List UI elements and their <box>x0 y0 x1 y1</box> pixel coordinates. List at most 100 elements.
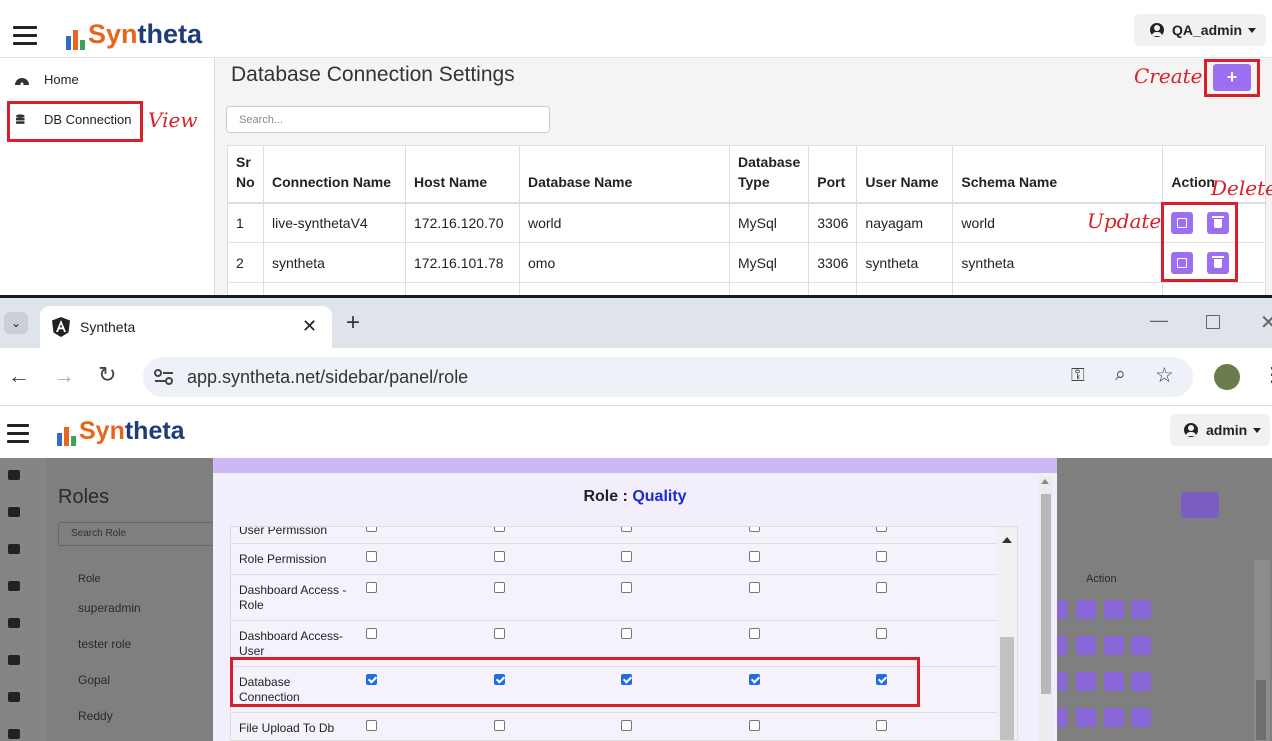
scroll-up-icon[interactable] <box>1002 537 1012 543</box>
new-tab-icon[interactable]: + <box>346 309 360 337</box>
permission-checkbox[interactable] <box>621 582 632 593</box>
maximize-icon[interactable] <box>1206 315 1220 329</box>
role-action-button[interactable] <box>1076 708 1096 727</box>
permission-checkbox[interactable] <box>876 527 887 532</box>
users-icon[interactable] <box>8 581 20 591</box>
permission-row: Role Permission <box>231 544 997 575</box>
role-action-button[interactable] <box>1076 636 1096 655</box>
permission-checkbox[interactable] <box>366 527 377 532</box>
permission-checkbox[interactable] <box>494 527 505 532</box>
top-app-screenshot: Syn theta QA_admin Home DB Connection Dat… <box>0 0 1272 297</box>
permission-checkbox[interactable] <box>494 582 505 593</box>
table-cell: syntheta <box>856 242 953 283</box>
chart-icon[interactable] <box>8 507 20 517</box>
permission-table: User Permission Role Permission Dashboar… <box>230 526 1018 741</box>
sidebar-item-home[interactable]: Home <box>14 72 79 87</box>
permission-checkbox[interactable] <box>366 582 377 593</box>
table-cell: MySql <box>728 202 809 243</box>
user-menu-button[interactable]: admin <box>1170 414 1270 446</box>
user-icon[interactable] <box>8 544 20 554</box>
permission-checkbox[interactable] <box>749 720 760 731</box>
table-icon[interactable] <box>8 692 20 702</box>
role-action-button[interactable] <box>1076 600 1096 619</box>
permission-checkbox[interactable] <box>876 551 887 562</box>
permission-checkbox[interactable] <box>494 551 505 562</box>
role-action-button[interactable] <box>1104 600 1124 619</box>
user-menu-button[interactable]: QA_admin <box>1134 14 1266 46</box>
permission-checkbox[interactable] <box>494 628 505 639</box>
modal-title-prefix: Role : <box>583 488 633 505</box>
permission-label: Dashboard Access- User <box>239 629 344 658</box>
permission-label: Dashboard Access - Role <box>239 583 347 612</box>
minimize-icon[interactable]: — <box>1150 310 1168 331</box>
permission-checkbox[interactable] <box>621 527 632 532</box>
role-action-button[interactable] <box>1131 636 1151 655</box>
window-close-icon[interactable]: ✕ <box>1260 310 1272 335</box>
database-icon[interactable] <box>8 618 20 628</box>
permission-table-scrollbar[interactable] <box>997 527 1017 740</box>
hamburger-menu-icon[interactable] <box>7 424 29 444</box>
modal-scrollbar[interactable] <box>1039 476 1053 741</box>
table-cell: omo <box>519 242 730 283</box>
user-name: QA_admin <box>1172 22 1243 38</box>
settings-icon[interactable] <box>8 729 20 739</box>
permission-checkbox[interactable] <box>876 720 887 731</box>
hamburger-menu-icon[interactable] <box>13 26 37 46</box>
table-cell: syntheta <box>263 242 406 283</box>
add-role-button[interactable] <box>1181 492 1219 518</box>
reload-icon[interactable]: ↻ <box>98 362 116 388</box>
sidebar: Home DB Connection <box>0 58 215 297</box>
role-action-button[interactable] <box>1131 708 1151 727</box>
sidebar-rail <box>0 458 47 741</box>
profile-avatar[interactable] <box>1214 364 1240 390</box>
column-header: Connection Name <box>263 145 406 204</box>
password-key-icon[interactable]: ⚿ <box>1071 365 1085 386</box>
permission-checkbox[interactable] <box>366 628 377 639</box>
back-icon[interactable]: ← <box>8 363 30 389</box>
upload-icon[interactable] <box>8 655 20 665</box>
role-action-button[interactable] <box>1076 672 1096 691</box>
dashboard-icon[interactable] <box>8 470 20 480</box>
browser-menu-icon[interactable]: ⋮ <box>1262 362 1272 387</box>
table-cell: 172.16.101.78 <box>405 242 520 283</box>
table-cell: nayagam <box>856 202 953 243</box>
forward-icon[interactable]: → <box>53 363 75 389</box>
modal-header-band <box>213 458 1057 473</box>
permission-checkbox[interactable] <box>876 582 887 593</box>
site-settings-icon <box>154 369 173 385</box>
permission-checkbox[interactable] <box>749 582 760 593</box>
syntheta-logo: Syn theta <box>57 414 185 446</box>
permission-checkbox[interactable] <box>749 628 760 639</box>
role-action-button[interactable] <box>1104 672 1124 691</box>
tab-search-icon[interactable]: ⌄ <box>4 312 28 334</box>
permission-checkbox[interactable] <box>366 720 377 731</box>
bookmark-star-icon[interactable]: ☆ <box>1155 363 1174 388</box>
permission-checkbox[interactable] <box>621 551 632 562</box>
permission-checkbox[interactable] <box>494 720 505 731</box>
permission-checkbox[interactable] <box>876 628 887 639</box>
permission-checkbox[interactable] <box>749 551 760 562</box>
search-role-input[interactable]: Search Role <box>58 522 218 546</box>
permission-checkbox[interactable] <box>366 551 377 562</box>
permission-label: User Permission <box>239 526 328 537</box>
page-title: Roles <box>58 486 110 508</box>
permission-checkbox[interactable] <box>621 720 632 731</box>
logo-text-theta: theta <box>124 417 185 445</box>
role-action-button[interactable] <box>1104 708 1124 727</box>
role-action-button[interactable] <box>1131 672 1151 691</box>
page-scrollbar[interactable] <box>1254 560 1270 741</box>
role-action-button[interactable] <box>1104 636 1124 655</box>
scroll-thumb[interactable] <box>1000 637 1014 740</box>
search-input[interactable]: Search... <box>226 106 550 133</box>
user-icon <box>1184 423 1198 437</box>
zoom-icon[interactable]: ⌕ <box>1115 364 1126 386</box>
tab-close-icon[interactable]: ✕ <box>302 316 317 337</box>
tab-syntheta[interactable]: Syntheta ✕ <box>40 306 332 348</box>
sidebar-item-label: Home <box>44 72 79 87</box>
permission-checkbox[interactable] <box>621 628 632 639</box>
role-action-button[interactable] <box>1131 600 1151 619</box>
modal-scroll-up-icon[interactable] <box>1041 479 1049 484</box>
address-bar[interactable]: app.syntheta.net/sidebar/panel/role ⚿ ⌕ … <box>143 357 1193 397</box>
annotation-label-delete: Delete <box>1211 176 1272 200</box>
permission-checkbox[interactable] <box>749 527 760 532</box>
